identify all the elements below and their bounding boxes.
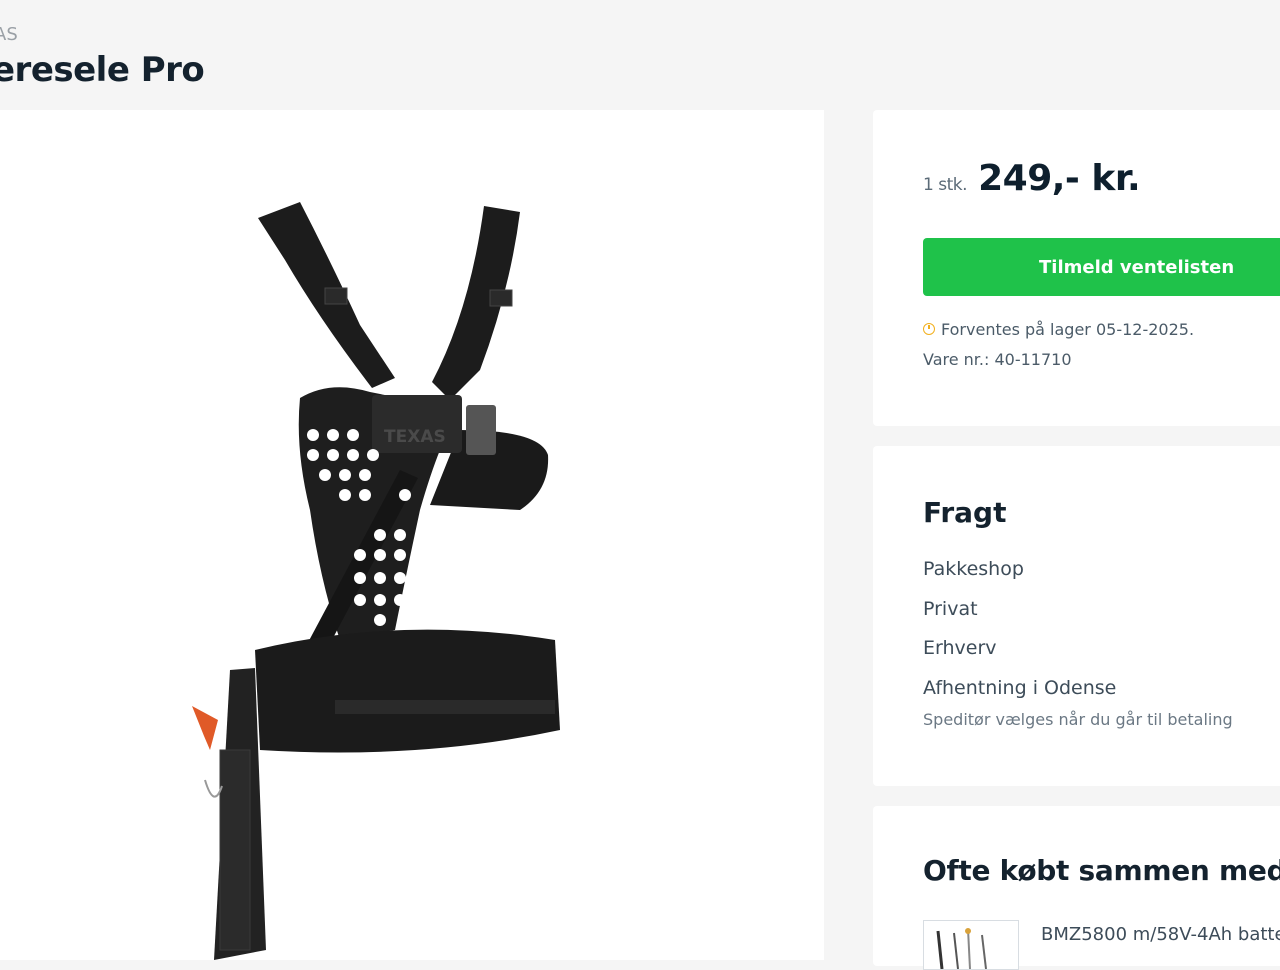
freight-option-pickup[interactable]: Afhentning i Odense — [923, 675, 1116, 715]
related-product-name[interactable]: BMZ5800 m/58V-4Ah batte — [1041, 924, 1280, 945]
product-image-panel[interactable]: TEXAS — [0, 110, 824, 960]
texas-logo: TEXAS — [384, 427, 446, 447]
freight-note: Speditør vælges når du går til betaling — [923, 710, 1233, 729]
freight-option-erhverv[interactable]: Erhverv — [923, 635, 1116, 675]
related-card: Ofte købt sammen med BMZ5800 m/58V-4Ah b… — [873, 806, 1280, 970]
sku-number: Vare nr.: 40-11710 — [923, 350, 1072, 369]
related-title: Ofte købt sammen med — [923, 854, 1280, 887]
clock-icon — [923, 323, 935, 335]
freight-title: Fragt — [923, 496, 1007, 529]
stock-status: Forventes på lager 05-12-2025. — [923, 320, 1194, 339]
related-product-thumbnail[interactable] — [923, 920, 1019, 970]
stock-status-text: Forventes på lager 05-12-2025. — [941, 320, 1195, 339]
page-title: eresele Pro — [0, 50, 205, 90]
product-image-harness: TEXAS — [192, 202, 560, 960]
freight-option-pakkeshop[interactable]: Pakkeshop — [923, 556, 1116, 596]
freight-options: Pakkeshop Privat Erhverv Afhentning i Od… — [923, 556, 1116, 714]
purchase-card: 1 stk. 249,- kr. Tilmeld ventelisten For… — [873, 110, 1280, 426]
quantity-label: 1 stk. — [923, 175, 968, 195]
breadcrumb-brand[interactable]: AS — [0, 24, 18, 45]
waitlist-button[interactable]: Tilmeld ventelisten — [923, 238, 1280, 296]
freight-option-privat[interactable]: Privat — [923, 596, 1116, 636]
freight-card: Fragt Pakkeshop Privat Erhverv Afhentnin… — [873, 446, 1280, 786]
price-value: 249,- kr. — [978, 158, 1141, 199]
price-row: 1 stk. 249,- kr. — [923, 158, 1141, 199]
